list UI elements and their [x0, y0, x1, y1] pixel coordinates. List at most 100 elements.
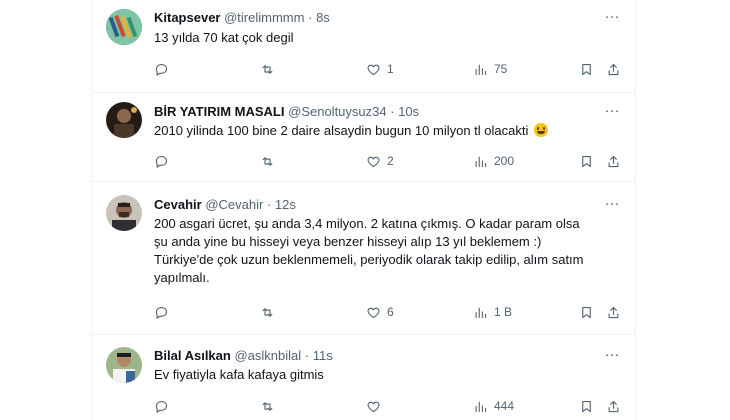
share-button[interactable] — [606, 397, 621, 415]
reply-button[interactable] — [154, 303, 175, 321]
handle[interactable]: @aslknbilal — [234, 348, 301, 363]
tweet[interactable]: BİR YATIRIM MASALI @Senoltuysuz34 · 10s … — [92, 93, 635, 182]
grinning-face-emoji — [533, 123, 548, 137]
tweet[interactable]: Cevahir @Cevahir · 12s ··· 200 asgari üc… — [92, 182, 635, 335]
tweet-line: 13 yılda 70 kat çok degil — [154, 30, 294, 45]
timestamp[interactable]: 10s — [398, 104, 419, 119]
handle[interactable]: @Cevahir — [205, 197, 263, 212]
reply-icon — [155, 63, 168, 76]
bookmark-button[interactable] — [579, 397, 594, 415]
handle[interactable]: @Senoltuysuz34 — [288, 104, 386, 119]
tweet-line-text: 2010 yilinda 100 bine 2 daire alsaydin b… — [154, 123, 529, 138]
display-name[interactable]: Cevahir — [154, 197, 202, 212]
tweet-line: Türkiye'de çok uzun beklenmemeli, periyo… — [154, 252, 584, 267]
display-name[interactable]: Bilal Asılkan — [154, 348, 231, 363]
tweet-header: Kitapsever @tirelimmmm · 8s — [154, 10, 595, 26]
reply-button[interactable] — [154, 152, 175, 170]
reply-icon — [155, 306, 168, 319]
reply-button[interactable] — [154, 60, 175, 78]
timestamp[interactable]: 11s — [313, 348, 333, 363]
heart-icon — [367, 64, 380, 75]
tweet[interactable]: Kitapsever @tirelimmmm · 8s ··· 13 yılda… — [92, 0, 635, 93]
like-button[interactable]: 1 — [366, 60, 394, 78]
separator-dot: · — [304, 348, 310, 363]
views-button[interactable]: 200 — [473, 152, 514, 170]
tweet-text: 200 asgari ücret, şu anda 3,4 milyon. 2 … — [154, 215, 611, 287]
more-options-icon[interactable]: ··· — [603, 9, 621, 28]
avatar[interactable] — [106, 102, 142, 138]
reply-icon — [155, 400, 168, 413]
like-button[interactable]: 2 — [366, 152, 394, 170]
like-button[interactable]: 6 — [366, 303, 394, 321]
tweet-header: Bilal Asılkan @aslknbilal · 11s — [154, 348, 595, 364]
retweet-icon — [262, 401, 273, 411]
retweet-icon — [262, 156, 273, 166]
tweet-header: BİR YATIRIM MASALI @Senoltuysuz34 · 10s — [154, 104, 595, 120]
bookmark-icon — [582, 306, 591, 318]
tweet-text: Ev fiyatiyla kafa kafaya gitmis — [154, 366, 611, 384]
bookmark-icon — [582, 63, 591, 75]
views-button[interactable]: 444 — [473, 397, 514, 415]
handle[interactable]: @tirelimmmm — [224, 10, 304, 25]
bookmark-button[interactable] — [579, 60, 594, 78]
timestamp[interactable]: 12s — [275, 197, 296, 212]
share-button[interactable] — [606, 152, 621, 170]
tweet-line: 2010 yilinda 100 bine 2 daire alsaydin b… — [154, 122, 611, 140]
like-button[interactable] — [366, 397, 387, 415]
share-icon — [608, 63, 619, 75]
share-icon — [608, 306, 619, 318]
retweet-button[interactable] — [260, 397, 281, 415]
more-options-icon[interactable]: ··· — [603, 347, 621, 366]
heart-icon — [367, 401, 380, 412]
avatar[interactable] — [106, 195, 142, 231]
reply-icon — [155, 155, 168, 168]
tweet[interactable]: Bilal Asılkan @aslknbilal · 11s ··· Ev f… — [92, 335, 635, 420]
like-count: 1 — [387, 62, 394, 76]
bookmark-button[interactable] — [579, 303, 594, 321]
more-options-icon[interactable]: ··· — [603, 196, 621, 215]
like-count: 6 — [387, 305, 394, 319]
analytics-icon — [475, 307, 487, 318]
retweet-icon — [262, 64, 273, 74]
retweet-button[interactable] — [260, 303, 281, 321]
action-bar: 6 1 B — [154, 303, 621, 321]
tweet-text: 13 yılda 70 kat çok degil — [154, 29, 611, 47]
share-button[interactable] — [606, 303, 621, 321]
tweet-line: yapılmalı. — [154, 270, 210, 285]
view-count: 444 — [494, 399, 515, 413]
bookmark-icon — [582, 155, 591, 167]
share-icon — [608, 400, 619, 412]
avatar[interactable] — [106, 9, 142, 45]
retweet-icon — [262, 307, 273, 317]
views-button[interactable]: 1 B — [473, 303, 512, 321]
analytics-icon — [475, 401, 487, 412]
avatar[interactable] — [106, 347, 142, 383]
reply-button[interactable] — [154, 397, 175, 415]
tweet-line: Ev fiyatiyla kafa kafaya gitmis — [154, 367, 324, 382]
bookmark-icon — [582, 400, 591, 412]
separator-dot: · — [308, 10, 313, 25]
retweet-button[interactable] — [260, 60, 281, 78]
share-button[interactable] — [606, 60, 621, 78]
bookmark-button[interactable] — [579, 152, 594, 170]
separator-dot: · — [390, 104, 395, 119]
analytics-icon — [475, 64, 487, 75]
action-bar: 2 200 — [154, 152, 621, 170]
views-button[interactable]: 75 — [473, 60, 507, 78]
heart-icon — [367, 307, 380, 318]
action-bar: 444 — [154, 397, 621, 415]
analytics-icon — [475, 156, 487, 167]
more-options-icon[interactable]: ··· — [603, 103, 621, 122]
display-name[interactable]: BİR YATIRIM MASALI — [154, 104, 285, 119]
retweet-button[interactable] — [260, 152, 281, 170]
action-bar: 1 75 — [154, 60, 621, 78]
tweet-header: Cevahir @Cevahir · 12s — [154, 197, 595, 213]
share-icon — [608, 155, 619, 167]
tweet-line: 200 asgari ücret, şu anda 3,4 milyon. 2 … — [154, 216, 580, 231]
tweet-text: 2010 yilinda 100 bine 2 daire alsaydin b… — [154, 122, 611, 140]
like-count: 2 — [387, 154, 394, 168]
display-name[interactable]: Kitapsever — [154, 10, 220, 25]
timestamp[interactable]: 8s — [316, 10, 330, 25]
view-count: 75 — [494, 62, 508, 76]
timeline-feed: Kitapsever @tirelimmmm · 8s ··· 13 yılda… — [91, 0, 636, 420]
